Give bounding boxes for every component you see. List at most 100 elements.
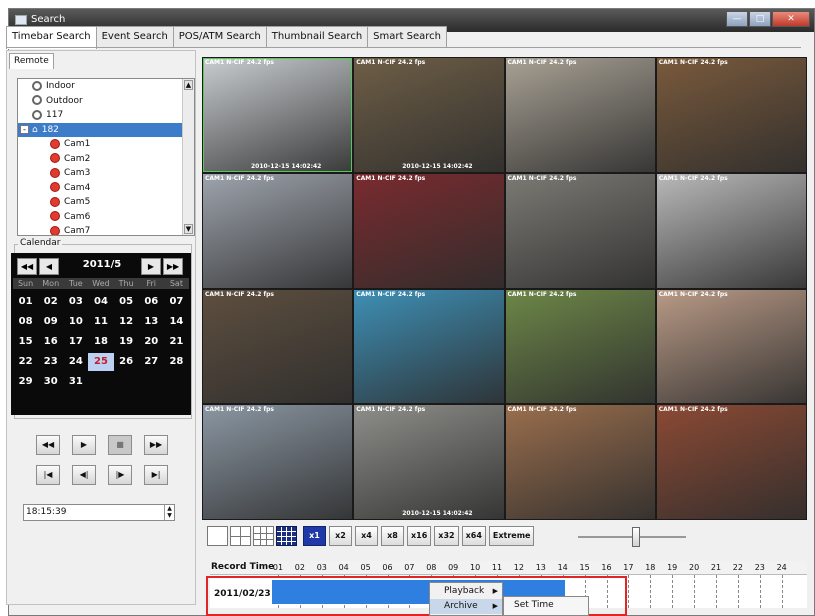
calendar-day[interactable]: 25 [88,353,114,371]
speed-x32-button[interactable]: x32 [434,526,459,546]
collapse-icon[interactable]: - [20,124,29,134]
tab-timebar-search[interactable]: Timebar Search [6,26,97,49]
calendar-day[interactable]: 08 [13,313,38,331]
calendar-day[interactable]: 17 [63,333,88,351]
prev-year-button[interactable]: ◀◀ [17,258,37,275]
step-forward-button[interactable]: |▶ [108,465,132,485]
camera-tile[interactable]: CAM1 N-CIF 24.2 fps [505,58,655,172]
tab-remote[interactable]: Remote [9,53,54,69]
time-input[interactable]: 18:15:39 ▲ ▼ [23,504,175,521]
speed-x16-button[interactable]: x16 [407,526,432,546]
tab-pos-atm-search[interactable]: POS/ATM Search [172,26,267,47]
speed-x64-button[interactable]: x64 [461,526,486,546]
tree-item[interactable]: Cam3 [18,166,194,181]
close-button[interactable]: ✕ [772,11,810,27]
tree-item[interactable]: Indoor [18,79,194,94]
scroll-down-icon[interactable]: ▼ [184,224,193,234]
tree-item[interactable]: Outdoor [18,94,194,109]
menu-item-playback[interactable]: Playback ▶ [430,584,502,599]
tree-item[interactable]: Cam1 [18,137,194,152]
speed-extreme-button[interactable]: Extreme [488,526,535,546]
speed-x1-button[interactable]: x1 [303,526,326,546]
tab-event-search[interactable]: Event Search [95,26,174,47]
scroll-up-icon[interactable]: ▲ [184,80,193,90]
calendar-day[interactable]: 28 [164,353,189,371]
calendar-day[interactable]: 31 [63,373,88,391]
camera-tile[interactable]: CAM1 N-CIF 24.2 fps [354,289,504,404]
tab-smart-search[interactable]: Smart Search [367,26,447,47]
calendar-day[interactable]: 07 [164,293,189,311]
calendar-day[interactable]: 27 [139,353,164,371]
tree-item[interactable]: Cam6 [18,210,194,225]
calendar-day[interactable]: 14 [164,313,189,331]
tree-item[interactable]: Cam5 [18,195,194,210]
calendar-day[interactable]: 20 [139,333,164,351]
go-end-button[interactable]: ▶| [144,465,168,485]
camera-tile[interactable]: CAM1 N-CIF 24.2 fps 2010-12-15 14:02:42 [203,58,353,172]
calendar-day[interactable]: 29 [13,373,38,391]
tree-item[interactable]: Cam2 [18,152,194,167]
camera-tile[interactable]: CAM1 N-CIF 24.2 fps [505,173,655,288]
stop-button[interactable]: ■ [108,435,132,455]
speed-x8-button[interactable]: x8 [381,526,404,546]
tree-item[interactable]: Cam7 [18,224,194,235]
go-start-button[interactable]: |◀ [36,465,60,485]
camera-tile[interactable]: CAM1 N-CIF 24.2 fps [656,289,806,404]
layout-1x1-button[interactable] [207,526,228,546]
calendar-day[interactable]: 22 [13,353,38,371]
calendar-day[interactable]: 24 [63,353,88,371]
calendar-day[interactable]: 02 [38,293,63,311]
tree-item[interactable]: - ⌂ 182 [18,122,194,137]
calendar-day[interactable]: 03 [63,293,88,311]
step-back-button[interactable]: ◀| [72,465,96,485]
camera-tile[interactable]: CAM1 N-CIF 24.2 fps [505,289,655,404]
calendar-day[interactable]: 16 [38,333,63,351]
time-spinner[interactable]: ▲ ▼ [164,505,174,520]
tree-scrollbar[interactable]: ▲ ▼ [182,79,194,235]
tree-item[interactable]: 117 [18,108,194,123]
layout-2x2-button[interactable] [230,526,251,546]
maximize-button[interactable]: □ [749,11,771,27]
play-button[interactable]: ▶ [72,435,96,455]
fast-forward-button[interactable]: ▶▶ [144,435,168,455]
calendar-day[interactable]: 23 [38,353,63,371]
speed-x4-button[interactable]: x4 [355,526,378,546]
minimize-button[interactable]: — [726,11,748,27]
camera-tile[interactable]: CAM1 N-CIF 24.2 fps [203,173,353,288]
calendar-day[interactable]: 26 [114,353,139,371]
menu-item-set-time[interactable]: Set Time [514,600,554,610]
camera-tile[interactable]: CAM1 N-CIF 24.2 fps [656,58,806,172]
layout-4x4-button[interactable] [276,526,297,546]
camera-tile[interactable]: CAM1 N-CIF 24.2 fps [203,405,353,519]
next-month-button[interactable]: ▶ [141,258,161,275]
calendar-day[interactable]: 10 [63,313,88,331]
layout-3x3-button[interactable] [253,526,274,546]
tab-thumbnail-search[interactable]: Thumbnail Search [265,26,369,47]
calendar-day[interactable]: 05 [114,293,139,311]
camera-tile[interactable]: CAM1 N-CIF 24.2 fps [354,173,504,288]
calendar-day[interactable]: 06 [139,293,164,311]
prev-month-button[interactable]: ◀ [39,258,59,275]
calendar-day[interactable]: 15 [13,333,38,351]
calendar-day[interactable]: 18 [88,333,113,351]
camera-tile[interactable]: CAM1 N-CIF 24.2 fps [203,289,353,404]
rewind-button[interactable]: ◀◀ [36,435,60,455]
camera-tile[interactable]: CAM1 N-CIF 24.2 fps [656,405,806,519]
calendar-day[interactable]: 13 [139,313,164,331]
calendar-day[interactable]: 01 [13,293,38,311]
calendar-day[interactable]: 30 [38,373,63,391]
camera-tile[interactable]: CAM1 N-CIF 24.2 fps [505,405,655,519]
camera-tile[interactable]: CAM1 N-CIF 24.2 fps [656,173,806,288]
camera-tile[interactable]: CAM1 N-CIF 24.2 fps 2010-12-15 14:02:42 [354,405,504,519]
calendar-day[interactable]: 12 [114,313,139,331]
camera-tile[interactable]: CAM1 N-CIF 24.2 fps 2010-12-15 14:02:42 [354,58,504,172]
calendar-day[interactable]: 19 [114,333,139,351]
calendar-day[interactable]: 11 [88,313,113,331]
menu-item-archive[interactable]: Archive ▶ [430,599,502,614]
calendar-day[interactable]: 04 [88,293,113,311]
tree-item[interactable]: Cam4 [18,181,194,196]
slider-thumb[interactable] [632,527,640,547]
calendar-day[interactable]: 21 [164,333,189,351]
calendar-day[interactable]: 09 [38,313,63,331]
speed-x2-button[interactable]: x2 [329,526,352,546]
